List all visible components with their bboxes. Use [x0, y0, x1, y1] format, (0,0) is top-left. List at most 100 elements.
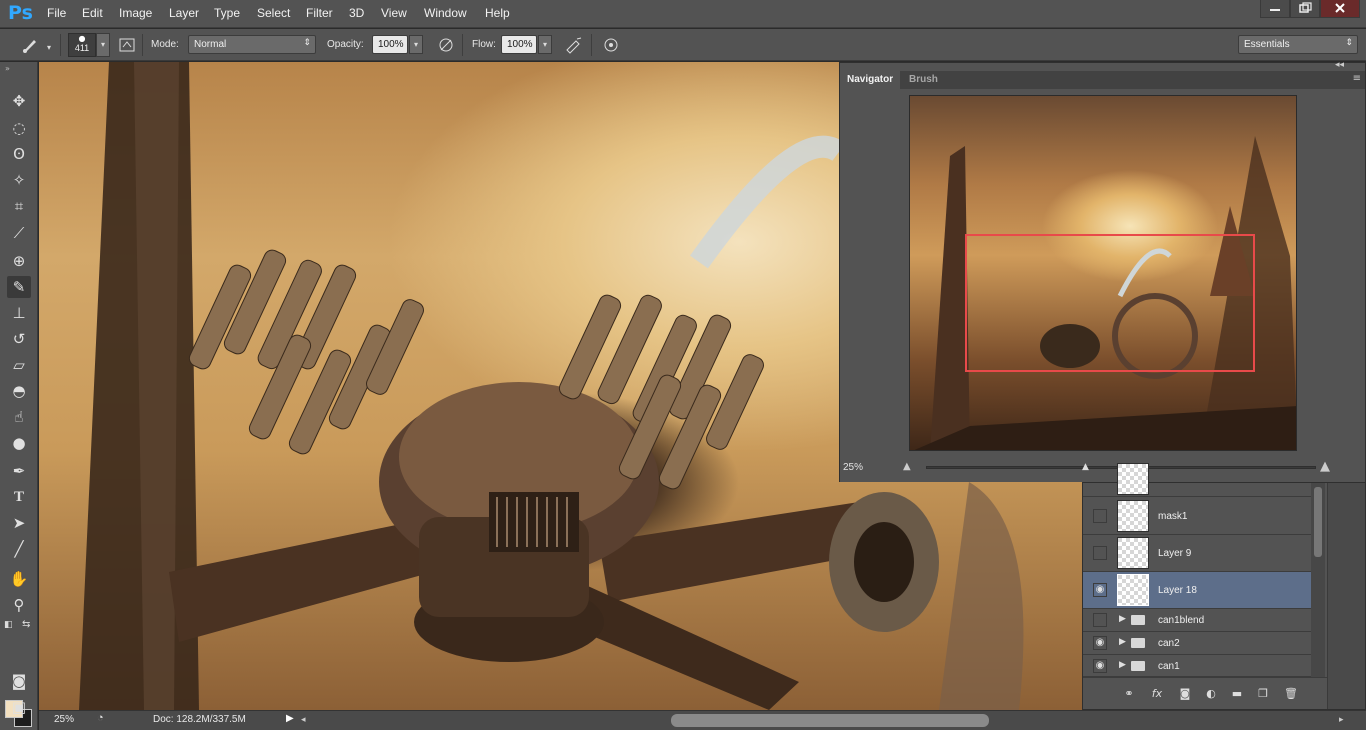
- expand-arrow-icon[interactable]: ▶: [1119, 637, 1126, 647]
- tab-navigator[interactable]: Navigator: [840, 71, 901, 89]
- dodge-tool-icon[interactable]: ●: [7, 432, 31, 454]
- type-tool-icon[interactable]: T: [7, 486, 31, 508]
- menu-select[interactable]: Select: [257, 6, 290, 20]
- eye-icon[interactable]: ◉: [1093, 659, 1107, 673]
- group-name: can1blend: [1158, 615, 1205, 626]
- photoshop-logo: Ps: [8, 2, 33, 24]
- visibility-toggle-off[interactable]: [1093, 613, 1107, 627]
- visibility-toggle-off[interactable]: [1093, 546, 1107, 560]
- workspace-updown-icon: ⇕: [1345, 37, 1353, 47]
- navigator-view-rectangle[interactable]: [965, 234, 1255, 372]
- move-tool-icon[interactable]: ✥: [7, 90, 31, 112]
- navigator-preview[interactable]: [909, 95, 1297, 451]
- layers-scrollbar-thumb[interactable]: [1314, 487, 1322, 557]
- layer-row[interactable]: mask1: [1083, 498, 1311, 535]
- zoom-tool-icon[interactable]: ⚲: [7, 594, 31, 616]
- layer-row-selected[interactable]: ◉ Layer 18: [1083, 572, 1311, 609]
- zoom-in-mountain-icon[interactable]: ▲: [1320, 459, 1330, 474]
- brush-panel-toggle-icon[interactable]: [117, 35, 137, 55]
- opacity-dropdown[interactable]: ▾: [409, 35, 423, 54]
- separator: [591, 34, 592, 56]
- lasso-tool-icon[interactable]: ʘ: [7, 143, 31, 165]
- menu-help[interactable]: Help: [485, 6, 510, 20]
- healing-brush-tool-icon[interactable]: ⊕: [7, 250, 31, 272]
- eye-icon[interactable]: ◉: [1093, 583, 1107, 597]
- brush-tool-icon[interactable]: ✎: [7, 276, 31, 298]
- menu-view[interactable]: View: [381, 6, 407, 20]
- path-selection-tool-icon[interactable]: ➤: [7, 512, 31, 534]
- panel-menu-icon[interactable]: ≡: [1353, 73, 1361, 84]
- preset-dropdown-arrow-icon[interactable]: ▾: [44, 39, 54, 52]
- clone-stamp-tool-icon[interactable]: ⊥: [7, 302, 31, 324]
- add-mask-icon[interactable]: ◙: [1177, 686, 1193, 702]
- brush-size-dropdown[interactable]: ▾: [96, 33, 110, 57]
- navigator-zoom-value[interactable]: 25%: [843, 462, 863, 473]
- expand-arrow-icon[interactable]: ▶: [1119, 614, 1126, 624]
- layer-row[interactable]: Layer 9: [1083, 535, 1311, 572]
- smudge-tool-icon[interactable]: ☝: [7, 406, 31, 428]
- airbrush-icon[interactable]: [564, 35, 584, 55]
- layer-group-row[interactable]: ▶ can1blend: [1083, 609, 1311, 632]
- quick-mask-icon[interactable]: ◙: [7, 670, 31, 692]
- visibility-toggle-off[interactable]: [1093, 509, 1107, 523]
- layer-group-row[interactable]: ◉ ▶ can1: [1083, 655, 1311, 677]
- flow-input[interactable]: 100%: [501, 35, 537, 54]
- scroll-left-arrow-icon[interactable]: ◂: [301, 714, 306, 725]
- eraser-tool-icon[interactable]: ▱: [7, 354, 31, 376]
- scroll-right-arrow-icon[interactable]: ▸: [1339, 714, 1344, 725]
- status-info-icon[interactable]: ◔: [97, 712, 104, 724]
- brush-size-picker[interactable]: ● 411: [68, 33, 96, 57]
- tab-brush[interactable]: Brush: [902, 71, 945, 89]
- menu-window[interactable]: Window: [424, 6, 467, 20]
- doc-size-info: Doc: 128.2M/337.5M: [153, 714, 246, 725]
- horizontal-scrollbar-thumb[interactable]: [671, 714, 989, 727]
- menu-file[interactable]: File: [47, 6, 66, 20]
- pressure-opacity-icon[interactable]: [436, 35, 456, 55]
- pressure-size-icon[interactable]: [601, 35, 621, 55]
- line-tool-icon[interactable]: ╱: [7, 538, 31, 560]
- history-brush-tool-icon[interactable]: ↺: [7, 328, 31, 350]
- default-colors-icon[interactable]: ◧: [4, 620, 13, 630]
- swap-colors-icon[interactable]: ⇆: [22, 619, 30, 630]
- layer-group-row[interactable]: ◉ ▶ can2: [1083, 632, 1311, 655]
- flow-dropdown[interactable]: ▾: [538, 35, 552, 54]
- marquee-tool-icon[interactable]: ◌: [7, 117, 31, 139]
- layer-style-fx-icon[interactable]: fx: [1149, 686, 1165, 702]
- toolbox-collapse-icon[interactable]: »: [5, 64, 10, 73]
- minimize-icon: [1270, 9, 1280, 11]
- menu-edit[interactable]: Edit: [82, 6, 103, 20]
- paint-bucket-tool-icon[interactable]: ◓: [7, 380, 31, 402]
- menu-type[interactable]: Type: [214, 6, 240, 20]
- screen-mode-icon[interactable]: ▣: [7, 696, 31, 718]
- close-button[interactable]: [1320, 0, 1360, 18]
- hand-tool-icon[interactable]: ✋: [7, 568, 31, 590]
- link-layers-icon[interactable]: ⚭: [1121, 686, 1137, 702]
- adjustment-layer-icon[interactable]: ◐: [1203, 686, 1219, 702]
- workspace-select[interactable]: Essentials ⇕: [1238, 35, 1358, 54]
- opacity-input[interactable]: 100%: [372, 35, 408, 54]
- menu-filter[interactable]: Filter: [306, 6, 333, 20]
- mode-select[interactable]: Normal ⇕: [188, 35, 316, 54]
- brush-tool-preset-icon[interactable]: [20, 35, 40, 55]
- pen-tool-icon[interactable]: ✒: [7, 460, 31, 482]
- zoom-slider-thumb[interactable]: ▲: [1082, 462, 1089, 472]
- status-zoom-value[interactable]: 25%: [54, 714, 74, 725]
- status-menu-arrow-icon[interactable]: ▶: [286, 713, 294, 724]
- panel-collapse-icon[interactable]: ◂◂: [1335, 60, 1344, 70]
- zoom-out-mountain-icon[interactable]: ▲: [903, 461, 911, 472]
- crop-tool-icon[interactable]: ⌗: [7, 195, 31, 217]
- layers-scrollbar[interactable]: [1311, 483, 1325, 677]
- expand-arrow-icon[interactable]: ▶: [1119, 660, 1126, 670]
- eyedropper-tool-icon[interactable]: ⟋: [7, 222, 31, 244]
- menu-layer[interactable]: Layer: [169, 6, 199, 20]
- minimize-button[interactable]: [1260, 0, 1290, 18]
- eye-icon[interactable]: ◉: [1093, 636, 1107, 650]
- layer-row-partial[interactable]: [1083, 463, 1311, 497]
- magic-wand-tool-icon[interactable]: ✧: [7, 169, 31, 191]
- menu-image[interactable]: Image: [119, 6, 152, 20]
- delete-layer-icon[interactable]: 🗑: [1283, 686, 1299, 702]
- menu-3d[interactable]: 3D: [349, 6, 364, 20]
- restore-button[interactable]: [1290, 0, 1320, 18]
- new-layer-icon[interactable]: ❐: [1255, 686, 1271, 702]
- new-group-icon[interactable]: ▬: [1229, 686, 1245, 702]
